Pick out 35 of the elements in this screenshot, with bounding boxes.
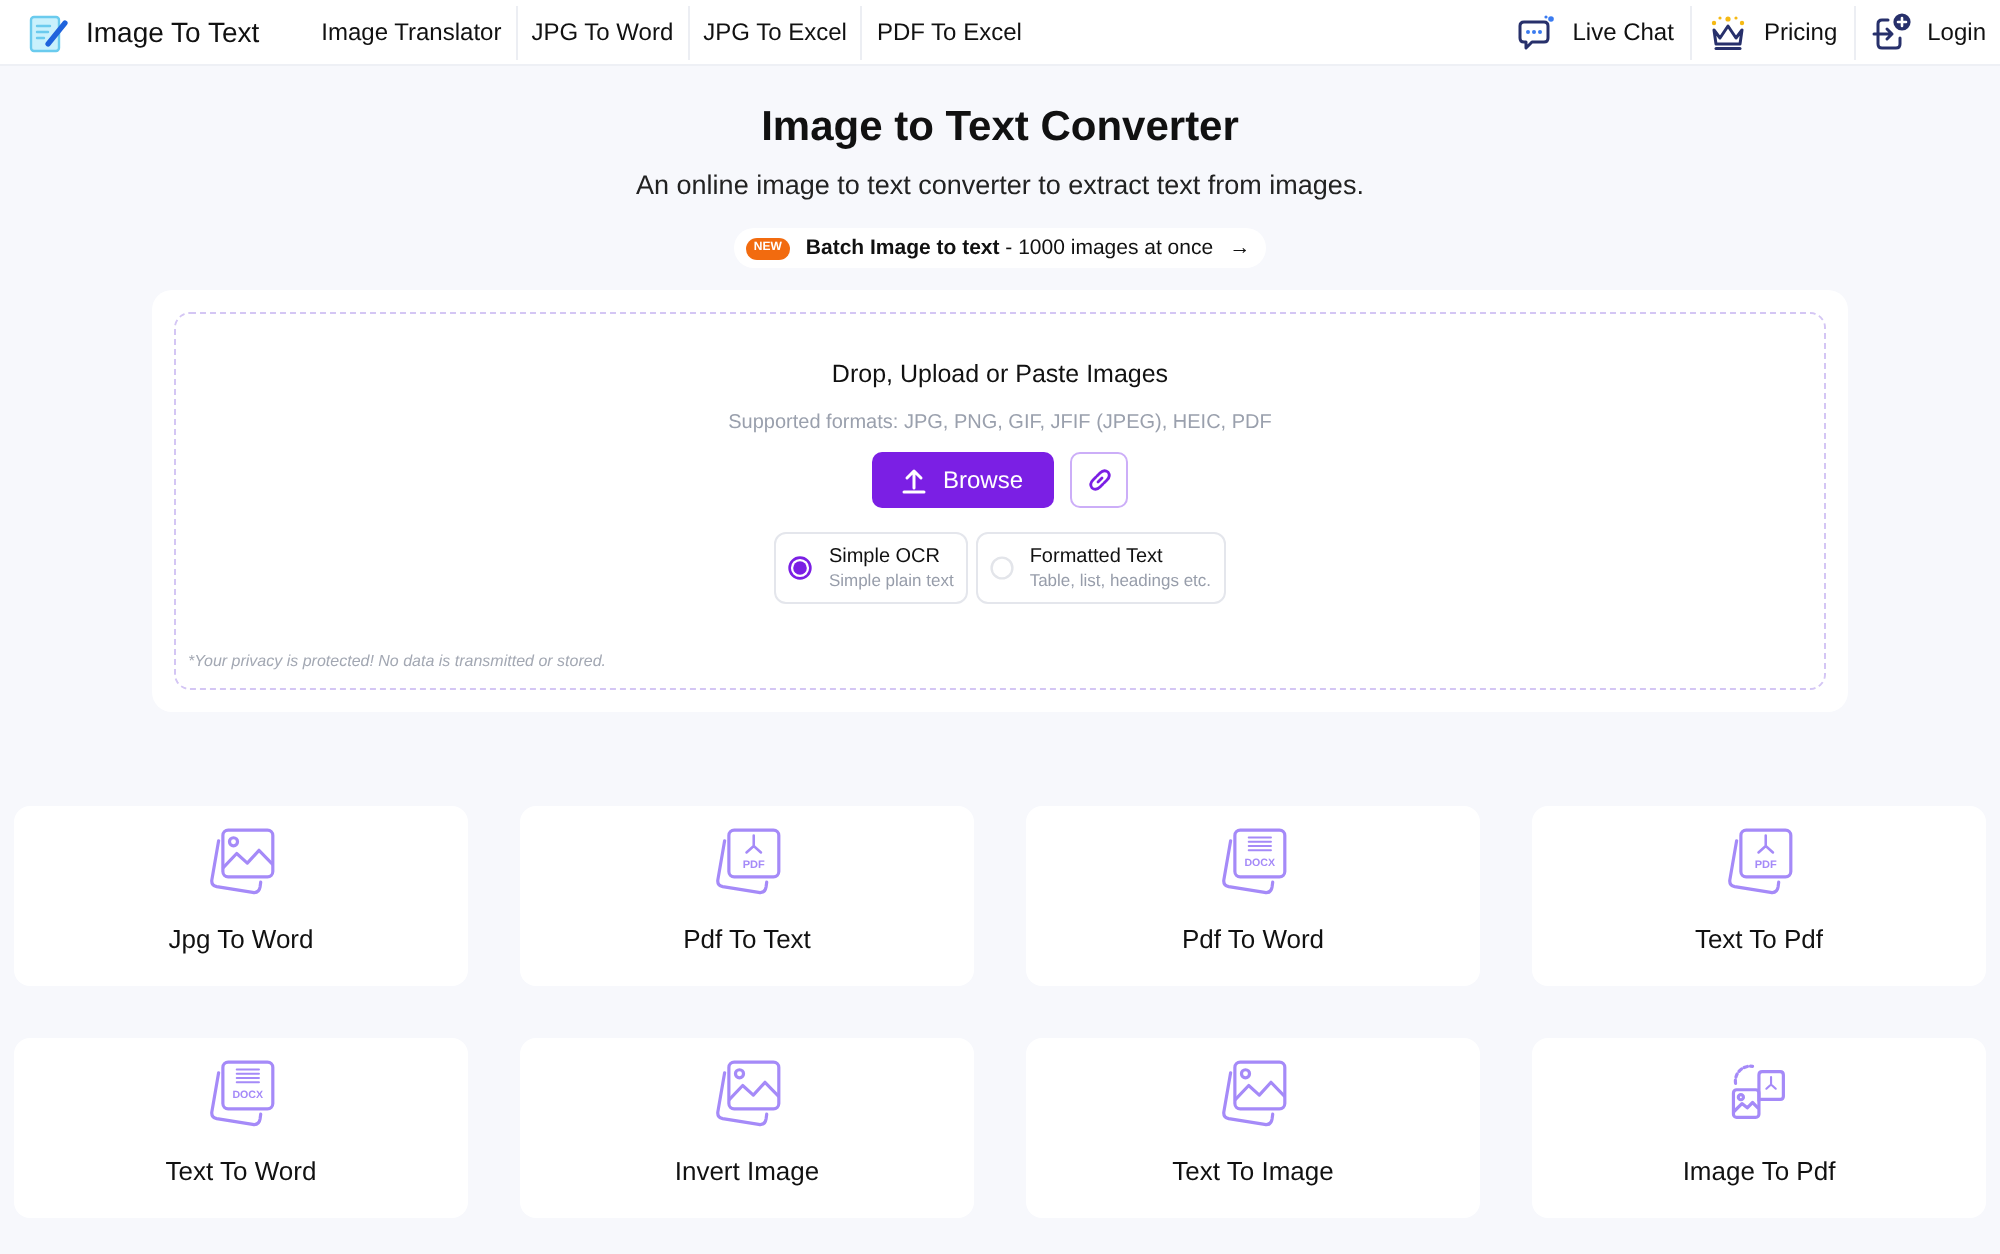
page-subtitle: An online image to text converter to extract text from images. bbox=[636, 168, 1364, 204]
browse-button[interactable]: Browse bbox=[872, 452, 1054, 508]
mode-title: Simple OCR bbox=[828, 545, 943, 569]
tool-card[interactable]: Image To Pdf bbox=[1532, 1038, 1986, 1218]
login-icon bbox=[1871, 12, 1912, 52]
mode-title: Formatted Text bbox=[1029, 545, 1165, 569]
radio-button[interactable] bbox=[788, 556, 813, 580]
upload-icon bbox=[902, 467, 927, 493]
nav-link[interactable]: PDF To Excel bbox=[862, 16, 1036, 48]
tool-card[interactable]: Text To Image bbox=[1026, 1038, 1480, 1218]
nav-link[interactable]: JPG To Word bbox=[517, 16, 688, 48]
ocr-mode-option[interactable]: Simple OCR Simple plain text bbox=[774, 532, 968, 604]
tool-card[interactable]: Invert Image bbox=[520, 1038, 974, 1218]
image-stack-icon bbox=[205, 828, 277, 896]
nav-link[interactable]: JPG To Excel bbox=[689, 16, 861, 48]
ocr-mode-option[interactable]: Formatted Text Table, list, headings etc. bbox=[975, 532, 1226, 604]
mode-description: Table, list, headings etc. bbox=[1029, 569, 1212, 591]
supported-formats: Supported formats: JPG, PNG, GIF, JFIF (JPEG), HEIC, PDF bbox=[728, 410, 1272, 436]
mode-description: Simple plain text bbox=[828, 569, 954, 591]
chat-icon bbox=[1516, 13, 1557, 51]
login-link[interactable]: Login bbox=[1855, 12, 1986, 52]
drop-heading: Drop, Upload or Paste Images bbox=[831, 358, 1169, 390]
url-link-button[interactable] bbox=[1070, 452, 1128, 508]
privacy-note: *Your privacy is protected! No data is transmitted or stored. bbox=[188, 652, 606, 672]
tool-card[interactable]: Jpg To Word bbox=[14, 806, 468, 986]
link-icon bbox=[1085, 466, 1113, 494]
site-logo-link[interactable]: Image To Text bbox=[86, 11, 260, 53]
crown-icon bbox=[1707, 13, 1748, 51]
live-chat-link[interactable]: Live Chat bbox=[1500, 13, 1690, 51]
pricing-link[interactable]: Pricing bbox=[1691, 13, 1854, 51]
logo-icon bbox=[28, 11, 70, 53]
nav-link[interactable]: Image Translator bbox=[307, 16, 516, 48]
image-stack-icon bbox=[1217, 1060, 1289, 1128]
image-stack-icon bbox=[711, 1060, 783, 1128]
page-title: Image to Text Converter bbox=[761, 102, 1239, 154]
